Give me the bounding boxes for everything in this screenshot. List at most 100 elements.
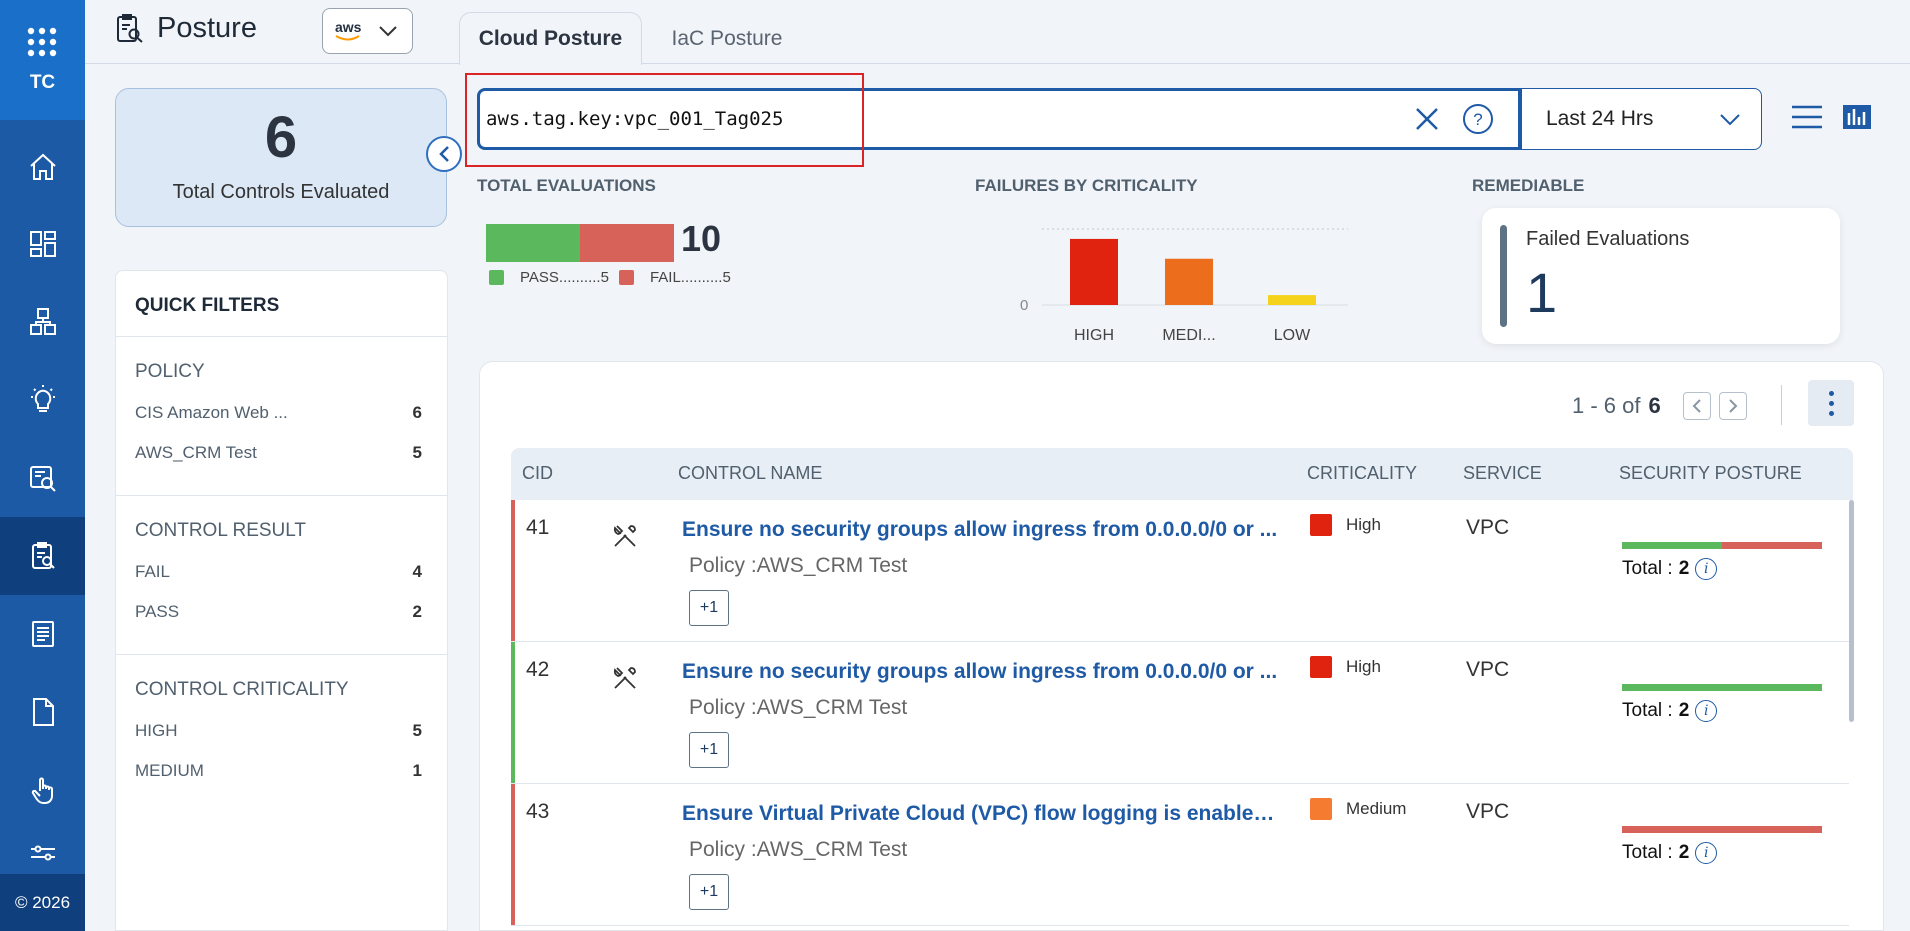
- kebab-dot: [1828, 390, 1834, 396]
- help-icon[interactable]: ?: [1462, 103, 1494, 135]
- filter-section-title: POLICY: [135, 361, 205, 382]
- posture-fail-segment: [1722, 542, 1822, 549]
- posture-bar: [1622, 826, 1822, 833]
- posture-bar: [1622, 684, 1822, 691]
- sidebar-item-documents[interactable]: [0, 595, 85, 673]
- total-value: 2: [1678, 558, 1690, 579]
- table-row[interactable]: 43 Ensure Virtual Private Cloud (VPC) fl…: [511, 784, 1849, 926]
- table-scrollbar[interactable]: [1849, 500, 1854, 722]
- sidebar-item-home[interactable]: [0, 128, 85, 206]
- tab-iac-posture[interactable]: IaC Posture: [642, 12, 812, 65]
- sidebar-item-posture[interactable]: [0, 517, 85, 595]
- info-icon[interactable]: i: [1695, 558, 1718, 580]
- sidebar-item-insights[interactable]: [0, 361, 85, 439]
- filter-item[interactable]: MEDIUM 1: [135, 761, 422, 781]
- tab-cloud-posture[interactable]: Cloud Posture: [459, 12, 642, 65]
- table-row[interactable]: 41 Ensure no security groups allow ingre…: [511, 500, 1849, 642]
- column-header-security-posture[interactable]: SECURITY POSTURE: [1619, 463, 1802, 484]
- row-status-edge: [511, 642, 515, 783]
- total-label: Total :: [1622, 700, 1673, 721]
- column-header-cid[interactable]: CID: [522, 463, 553, 484]
- list-view-icon[interactable]: [1791, 104, 1823, 130]
- filter-item[interactable]: AWS_CRM Test 5: [135, 443, 422, 463]
- posture-pass-segment: [1622, 542, 1722, 549]
- criticality-swatch: [1310, 514, 1332, 536]
- hand-pointer-icon: [27, 774, 59, 806]
- info-icon[interactable]: i: [1695, 700, 1718, 722]
- app-grid-icon[interactable]: [26, 26, 58, 58]
- criticality-swatch: [1310, 656, 1332, 678]
- filter-count: 4: [412, 562, 422, 581]
- bar-high[interactable]: [1070, 238, 1118, 305]
- collapse-panel-button[interactable]: [426, 136, 462, 172]
- table-row[interactable]: 42 Ensure no security groups allow ingre…: [511, 642, 1849, 784]
- chart-view-icon[interactable]: [1842, 104, 1872, 130]
- sliders-icon: [27, 841, 59, 873]
- more-options-button[interactable]: [1808, 380, 1854, 426]
- filter-item[interactable]: PASS 2: [135, 602, 422, 622]
- remediable-card[interactable]: Failed Evaluations 1: [1482, 208, 1840, 344]
- posture-total: Total :2i: [1622, 558, 1718, 580]
- criticality-swatch: [1310, 798, 1332, 820]
- table-header: CID CONTROL NAME CRITICALITY SERVICE SEC…: [511, 448, 1853, 500]
- pagination: 1 - 6 of 6: [1572, 392, 1747, 420]
- svg-text:?: ?: [1473, 110, 1482, 129]
- total-evaluations-value: 10: [681, 218, 722, 259]
- filter-item[interactable]: HIGH 5: [135, 721, 422, 741]
- y-tick-label: 0: [1020, 297, 1028, 310]
- prev-page-button[interactable]: [1682, 392, 1711, 420]
- sidebar: TC © 2026: [0, 0, 85, 931]
- sidebar-item-settings[interactable]: [0, 840, 85, 874]
- next-page-button[interactable]: [1718, 392, 1747, 420]
- pagination-total: 6: [1648, 393, 1661, 418]
- pass-legend-label: PASS..........5: [520, 269, 609, 286]
- pass-segment: [486, 224, 580, 262]
- posture-fail-segment: [1622, 826, 1822, 833]
- sidebar-item-touch[interactable]: [0, 751, 85, 829]
- sidebar-item-dashboard[interactable]: [0, 205, 85, 283]
- column-header-criticality[interactable]: CRITICALITY: [1307, 463, 1417, 484]
- remediation-wrench-icon[interactable]: [611, 522, 639, 550]
- filter-label: HIGH: [135, 721, 178, 740]
- filter-label: AWS_CRM Test: [135, 443, 257, 462]
- clear-search-icon[interactable]: [1414, 106, 1440, 132]
- quick-filters-panel: QUICK FILTERS POLICY CIS Amazon Web ... 6…: [115, 270, 448, 931]
- provider-label: aws: [335, 19, 362, 35]
- filter-item[interactable]: CIS Amazon Web ... 6: [135, 403, 422, 423]
- info-icon[interactable]: i: [1695, 842, 1718, 864]
- posture-title-icon: [115, 13, 145, 45]
- sidebar-item-files[interactable]: [0, 673, 85, 751]
- failed-evaluations-label: Failed Evaluations: [1526, 228, 1690, 250]
- criticality-label: High: [1346, 657, 1381, 676]
- filter-count: 6: [412, 403, 422, 422]
- filter-section-title: CONTROL CRITICALITY: [135, 679, 349, 700]
- policy-label: Policy :AWS_CRM Test: [689, 838, 908, 861]
- filter-label: PASS: [135, 602, 180, 621]
- fail-segment: [580, 224, 674, 262]
- column-header-control-name[interactable]: CONTROL NAME: [678, 463, 822, 484]
- more-policies-button[interactable]: +1: [689, 732, 729, 768]
- time-range-dropdown[interactable]: Last 24 Hrs: [1521, 88, 1762, 150]
- cloud-provider-dropdown[interactable]: aws: [322, 8, 413, 54]
- control-name-link[interactable]: Ensure no security groups allow ingress …: [682, 660, 1282, 684]
- remediation-wrench-icon[interactable]: [611, 664, 639, 692]
- dashboard-icon: [27, 228, 59, 260]
- filter-item[interactable]: FAIL 4: [135, 562, 422, 582]
- more-policies-button[interactable]: +1: [689, 590, 729, 626]
- total-controls-card: 6 Total Controls Evaluated: [115, 88, 447, 227]
- criticality-cell: High: [1310, 514, 1381, 536]
- pass-swatch: [489, 270, 504, 285]
- sidebar-item-assets[interactable]: [0, 283, 85, 361]
- control-name-link[interactable]: Ensure Virtual Private Cloud (VPC) flow …: [682, 802, 1282, 826]
- policy-label: Policy :AWS_CRM Test: [689, 554, 908, 577]
- report-search-icon: [27, 462, 59, 494]
- boxes-icon: [27, 306, 59, 338]
- control-name-link[interactable]: Ensure no security groups allow ingress …: [682, 518, 1282, 542]
- bar-low[interactable]: [1268, 295, 1316, 305]
- column-header-service[interactable]: SERVICE: [1463, 463, 1542, 484]
- bar-medi[interactable]: [1165, 258, 1213, 305]
- file-icon: [27, 696, 59, 728]
- sidebar-item-search-reports[interactable]: [0, 439, 85, 517]
- more-policies-button[interactable]: +1: [689, 874, 729, 910]
- filter-section-control-result: CONTROL RESULT FAIL 4 PASS 2: [116, 496, 447, 655]
